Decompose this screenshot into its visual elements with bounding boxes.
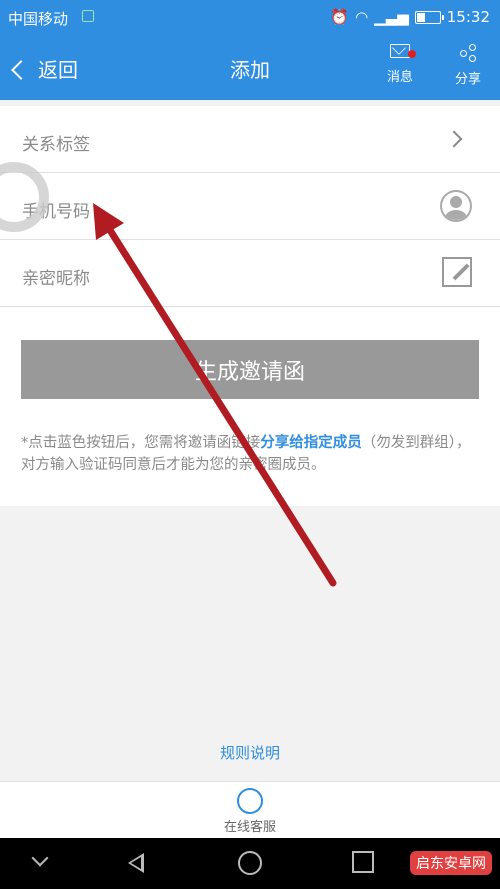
home-circle-icon[interactable]: [238, 851, 262, 875]
phone-number-row[interactable]: 手机号码: [0, 173, 500, 240]
chevron-right-icon: [445, 130, 463, 148]
status-bar: 中国移动 ⏰ ◠ ▁▃▅ 15:32: [0, 0, 500, 34]
customer-service-icon: [237, 788, 263, 814]
chevron-left-icon: [11, 59, 31, 80]
nickname-label: 亲密昵称: [22, 269, 90, 289]
watermark-logo: 启东安卓网: [410, 851, 492, 875]
note-text-start: *点击蓝色按钮后，您需将邀请函链接: [21, 435, 261, 451]
alarm-icon: ⏰: [330, 8, 350, 26]
edit-icon[interactable]: [442, 257, 472, 287]
note-highlight: 分享给指定成员: [260, 435, 362, 451]
share-label: 分享: [454, 72, 481, 87]
clock: 15:32: [446, 8, 490, 26]
envelope-icon: [390, 44, 410, 58]
wifi-icon: ◠: [355, 8, 369, 26]
relation-tag-row[interactable]: 关系标签: [0, 106, 500, 173]
online-service-label: 在线客服: [223, 820, 276, 835]
status-icons: ⏰ ◠ ▁▃▅ 15:32: [330, 8, 490, 26]
rules-link[interactable]: 规则说明: [0, 742, 500, 763]
battery-icon: [414, 10, 444, 24]
carrier-name: 中国移动: [8, 10, 69, 28]
nickname-row[interactable]: 亲密昵称: [0, 240, 500, 307]
share-icon: [458, 44, 478, 62]
hide-nav-icon[interactable]: [31, 849, 49, 867]
back-triangle-icon[interactable]: [128, 853, 144, 873]
sim-icon: [82, 10, 94, 22]
relation-tag-label: 关系标签: [22, 135, 90, 155]
contact-person-icon[interactable]: [440, 190, 472, 222]
back-label: 返回: [38, 58, 78, 82]
messages-button[interactable]: 消息: [374, 44, 426, 85]
share-button[interactable]: 分享: [442, 44, 494, 87]
unread-dot: [408, 50, 416, 58]
generate-invitation-button[interactable]: 生成邀请函: [21, 340, 479, 399]
phone-number-label: 手机号码: [22, 202, 90, 222]
messages-label: 消息: [386, 70, 413, 85]
back-button[interactable]: 返回: [11, 54, 78, 83]
top-navbar: 返回 添加 消息 分享: [0, 34, 500, 100]
recent-apps-icon[interactable]: [352, 851, 374, 873]
online-service-button[interactable]: 在线客服: [0, 781, 500, 839]
invitation-note: *点击蓝色按钮后，您需将邀请函链接分享给指定成员（勿发到群组），对方输入验证码同…: [21, 432, 481, 476]
signal-icon: ▁▃▅: [374, 8, 409, 26]
form-card: 关系标签 手机号码 亲密昵称 生成邀请函 *点击蓝色按钮后，您需将邀请函链接分享…: [0, 106, 500, 506]
